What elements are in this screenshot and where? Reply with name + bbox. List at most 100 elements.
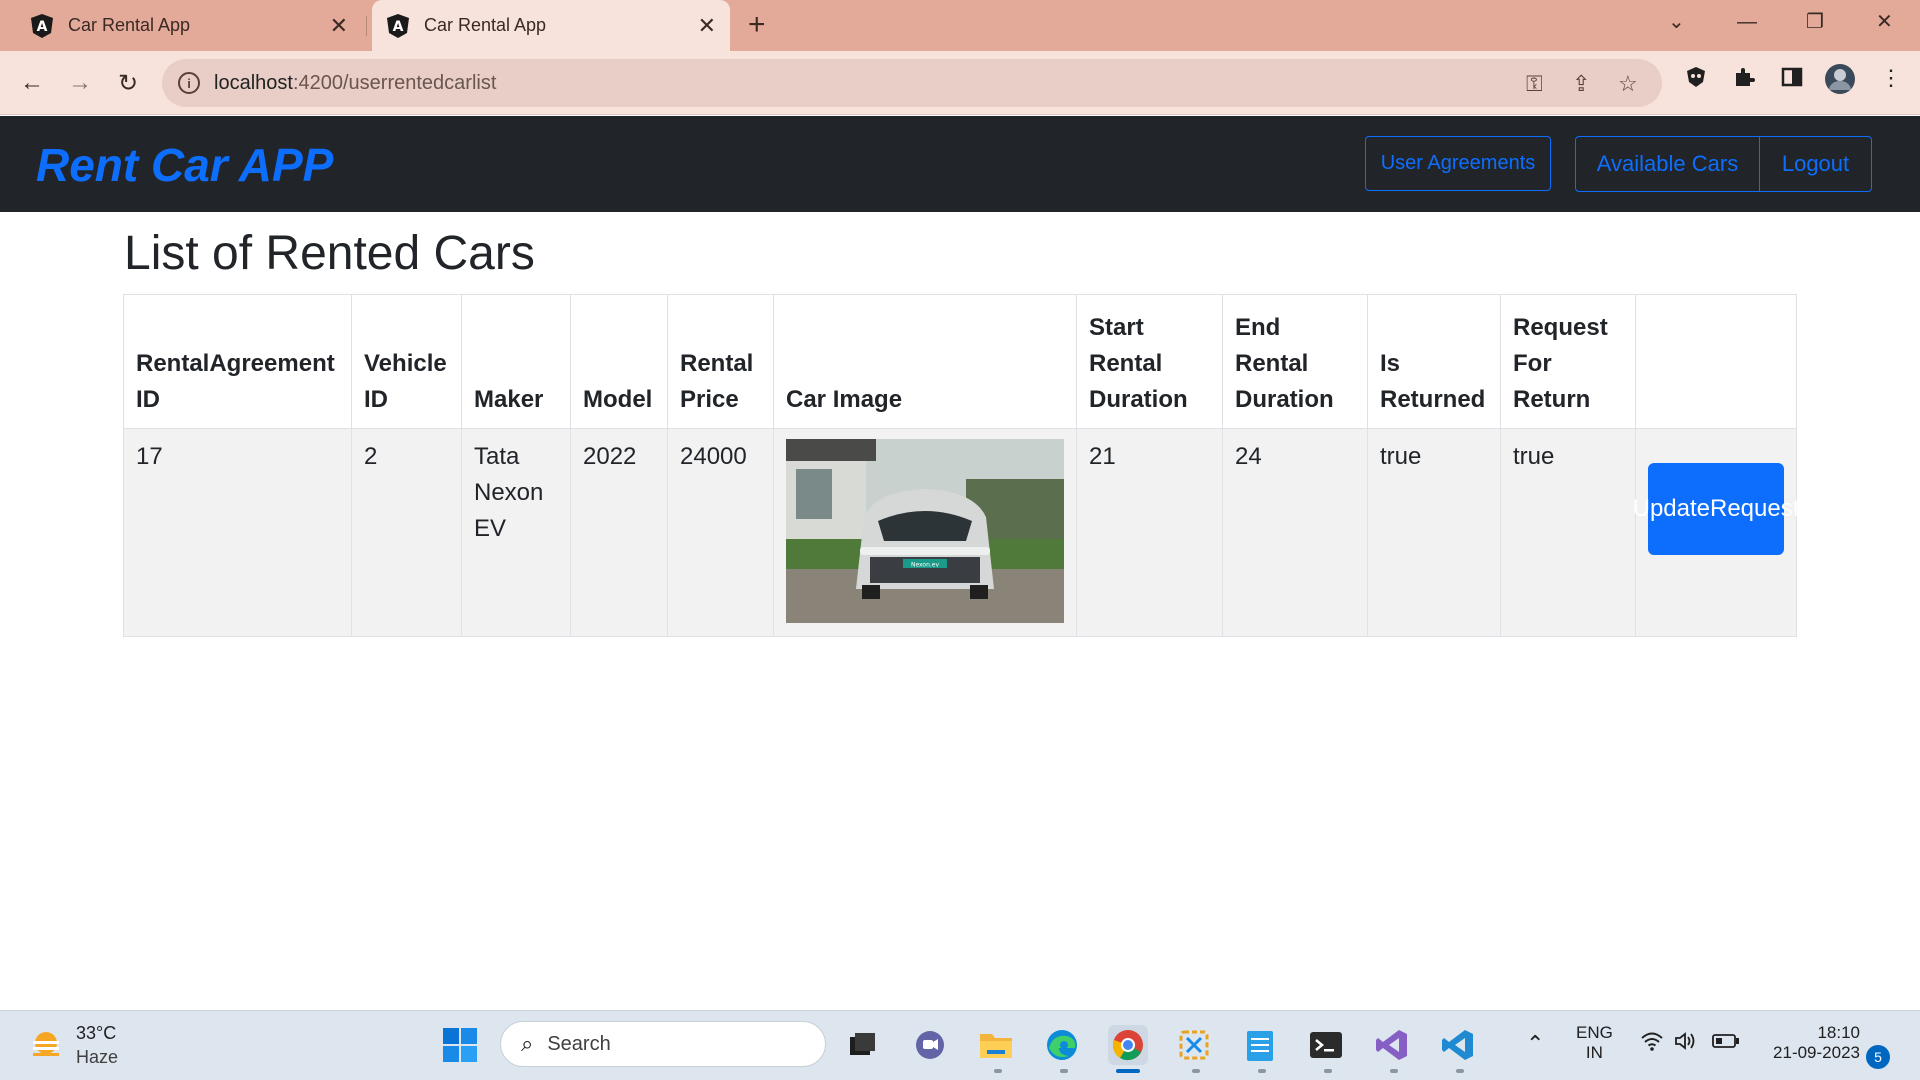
cell-rental-id: 17 (123, 428, 352, 637)
header-action (1635, 294, 1797, 429)
header-rental-price: Rental Price (667, 294, 774, 429)
running-indicator (1324, 1069, 1332, 1073)
wifi-icon[interactable] (1640, 1031, 1664, 1057)
browser-tabstrip: A Car Rental App ✕ A Car Rental App ✕ + … (0, 0, 1920, 51)
clock[interactable]: 18:10 21-09-2023 (1760, 1023, 1860, 1063)
browser-toolbar: ← → ↻ i localhost:4200/userrentedcarlist… (0, 51, 1920, 115)
running-indicator (1390, 1069, 1398, 1073)
windows-taskbar: 33°C Haze ⌕ Search ⌃ ENG IN 18:10 21-09-… (0, 1010, 1920, 1080)
cell-model: 2022 (570, 428, 668, 637)
tab-separator (366, 16, 367, 36)
cell-start-duration: 21 (1076, 428, 1223, 637)
header-rental-id: RentalAgreement ID (123, 294, 352, 429)
cell-request-return: true (1500, 428, 1636, 637)
extension-shield-icon[interactable] (1684, 65, 1708, 95)
cell-vehicle-id: 2 (351, 428, 462, 637)
address-bar[interactable]: i localhost:4200/userrentedcarlist ⚿ ⇪ ☆ (162, 59, 1662, 107)
available-cars-button[interactable]: Available Cars (1575, 136, 1760, 192)
update-request-button[interactable]: Update Request (1633, 463, 1799, 555)
back-icon[interactable]: ← (14, 65, 50, 101)
search-icon: ⌕ (521, 1031, 534, 1056)
task-view-icon[interactable] (842, 1025, 882, 1065)
cell-car-image: Nexon.ev (773, 428, 1077, 637)
header-end-duration: End Rental Duration (1222, 294, 1368, 429)
logout-button[interactable]: Logout (1759, 136, 1872, 192)
battery-icon[interactable] (1712, 1033, 1740, 1054)
car-plate-badge: Nexon.ev (911, 562, 940, 569)
site-info-icon[interactable]: i (178, 72, 200, 94)
edge-browser-icon[interactable] (1042, 1025, 1082, 1065)
active-indicator (1116, 1069, 1140, 1073)
clock-time: 18:10 (1817, 1023, 1860, 1042)
header-maker: Maker (461, 294, 571, 429)
clock-date: 21-09-2023 (1773, 1043, 1860, 1062)
visual-studio-icon[interactable] (1372, 1025, 1412, 1065)
share-icon[interactable]: ⇪ (1572, 71, 1590, 97)
cell-maker: Tata Nexon EV (461, 428, 571, 637)
language-indicator[interactable]: ENG IN (1576, 1023, 1613, 1063)
taskbar-search-box[interactable]: ⌕ Search (500, 1021, 826, 1067)
tab-title: Car Rental App (424, 15, 547, 35)
minimize-icon[interactable]: — (1737, 8, 1757, 36)
password-key-icon[interactable]: ⚿ (1526, 71, 1543, 97)
new-tab-icon[interactable]: + (748, 8, 766, 42)
chrome-browser-icon[interactable] (1108, 1025, 1148, 1065)
svg-text:A: A (393, 19, 404, 35)
page-title: List of Rented Cars (124, 227, 535, 280)
weather-condition: Haze (76, 1047, 119, 1067)
notepad-icon[interactable] (1240, 1025, 1280, 1065)
header-start-duration: Start Rental Duration (1076, 294, 1223, 429)
rented-cars-table: RentalAgreement ID Vehicle ID Maker Model … (123, 294, 1799, 637)
close-window-icon[interactable]: ✕ (1876, 8, 1893, 36)
weather-temperature: 33°C (76, 1023, 117, 1043)
file-explorer-icon[interactable] (976, 1025, 1016, 1065)
reload-icon[interactable]: ↻ (110, 65, 146, 101)
user-agreements-button[interactable]: User Agreements (1365, 136, 1551, 191)
header-is-returned: Is Returned (1367, 294, 1501, 429)
teams-chat-icon[interactable] (910, 1025, 950, 1065)
forward-icon[interactable]: → (62, 65, 98, 101)
running-indicator (1456, 1069, 1464, 1073)
side-panel-icon[interactable] (1780, 65, 1804, 95)
show-hidden-icons-chevron[interactable]: ⌃ (1526, 1031, 1544, 1057)
running-indicator (1060, 1069, 1068, 1073)
car-image: Nexon.ev (786, 439, 1064, 623)
cell-is-returned: true (1367, 428, 1501, 637)
tab-search-chevron-icon[interactable]: ⌄ (1668, 8, 1685, 36)
running-indicator (1192, 1069, 1200, 1073)
windows-start-icon[interactable] (440, 1025, 480, 1065)
snipping-tool-icon[interactable] (1174, 1025, 1214, 1065)
cell-rental-price: 24000 (667, 428, 774, 637)
running-indicator (1258, 1069, 1266, 1073)
header-vehicle-id: Vehicle ID (351, 294, 462, 429)
header-model: Model (570, 294, 668, 429)
close-tab-icon[interactable]: ✕ (698, 13, 716, 39)
app-brand[interactable]: Rent Car APP (36, 138, 333, 192)
search-placeholder: Search (547, 1032, 611, 1055)
bookmark-star-icon[interactable]: ☆ (1618, 71, 1638, 97)
haze-weather-icon[interactable] (28, 1027, 64, 1063)
url-text: localhost:4200/userrentedcarlist (214, 71, 497, 94)
table-header-row: RentalAgreement ID Vehicle ID Maker Model … (123, 294, 1797, 429)
running-indicator (994, 1069, 1002, 1073)
svg-text:A: A (37, 19, 48, 35)
table-row: 17 2 Tata Nexon EV 2022 24000 Nexon.ev 2… (123, 428, 1799, 637)
header-request-return: Request For Return (1500, 294, 1636, 429)
profile-avatar[interactable] (1824, 63, 1856, 101)
cell-end-duration: 24 (1222, 428, 1368, 637)
close-tab-icon[interactable]: ✕ (330, 13, 348, 39)
angular-logo-icon: A (386, 13, 410, 38)
angular-logo-icon: A (30, 13, 54, 38)
vscode-icon[interactable] (1438, 1025, 1478, 1065)
extensions-puzzle-icon[interactable] (1732, 65, 1756, 95)
notification-badge[interactable]: 5 (1866, 1045, 1890, 1069)
header-car-image: Car Image (773, 294, 1077, 429)
browser-menu-icon[interactable]: ⋮ (1880, 65, 1902, 91)
volume-icon[interactable] (1674, 1031, 1698, 1056)
browser-tab-1[interactable]: A Car Rental App ✕ (14, 0, 362, 51)
restore-icon[interactable]: ❐ (1806, 8, 1824, 36)
browser-tab-2-active[interactable]: A Car Rental App ✕ (372, 0, 730, 51)
terminal-icon[interactable] (1306, 1025, 1346, 1065)
cell-action: Update Request (1633, 428, 1799, 637)
tab-title: Car Rental App (68, 15, 191, 35)
